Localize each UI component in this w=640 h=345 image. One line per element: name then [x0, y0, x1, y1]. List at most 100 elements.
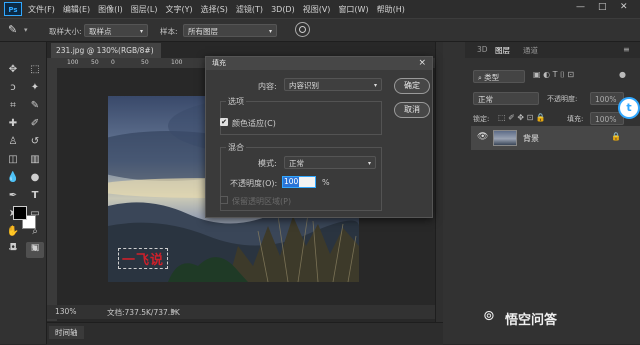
menu-help[interactable]: 帮助(H)	[377, 4, 405, 15]
dialog-title-bar[interactable]: 填充 ×	[206, 57, 432, 70]
eraser-tool-icon[interactable]: ◫	[4, 152, 22, 168]
filter-icons[interactable]: ▣ ◐ T ⌷ ⊡	[533, 70, 574, 80]
eyedropper-tool-icon[interactable]: ✎	[8, 23, 17, 36]
tab-layers[interactable]: 图层	[495, 45, 510, 56]
magic-wand-tool-icon[interactable]: ✦	[26, 80, 44, 96]
pen-tool-icon[interactable]: ✒	[4, 188, 22, 204]
menu-3d[interactable]: 3D(D)	[271, 5, 295, 14]
menu-image[interactable]: 图像(I)	[98, 4, 123, 15]
document-tab[interactable]: 231.jpg @ 130%(RGB/8#) ×	[51, 43, 161, 70]
move-tool-icon[interactable]: ✥	[4, 62, 22, 78]
ruler-mark: 100	[171, 59, 183, 66]
crop-tool-icon[interactable]: ⌗	[4, 98, 22, 114]
timeline-tab[interactable]: 时间轴	[49, 326, 84, 339]
fill-label: 填充:	[567, 115, 584, 123]
zoom-level[interactable]: 130%	[55, 307, 76, 316]
eye-visibility-icon[interactable]: 👁	[477, 132, 488, 142]
chevron-down-icon: ▾	[367, 160, 371, 167]
watermark-logo-icon: ⊚	[483, 308, 495, 324]
menu-edit[interactable]: 编辑(E)	[63, 4, 90, 15]
selection-marquee[interactable]: 一飞说	[118, 248, 169, 269]
maximize-button[interactable]: □	[598, 2, 607, 12]
opacity-input-value: 100	[283, 177, 300, 187]
eyedropper-icon[interactable]: ✎	[26, 98, 44, 114]
layer-kind-value: 类型	[484, 73, 500, 82]
document-tab-title: 231.jpg @ 130%(RGB/8#)	[56, 46, 154, 55]
opacity-label: 不透明度(O):	[230, 179, 278, 188]
blend-group-label: 混合	[226, 142, 246, 153]
content-value: 内容识别	[289, 81, 319, 90]
filter-toggle-icon[interactable]: ●	[619, 70, 626, 79]
minimize-button[interactable]: —	[576, 2, 585, 12]
brush-tool-icon[interactable]: ✐	[26, 116, 44, 132]
tab-3d[interactable]: 3D	[477, 45, 488, 54]
opacity-unit: %	[322, 178, 330, 187]
help-badge-icon: t	[618, 97, 640, 119]
preserve-transparency-checkbox[interactable]	[220, 196, 228, 204]
content-select[interactable]: 内容识别 ▾	[284, 78, 382, 91]
healing-brush-icon[interactable]: ✚	[4, 116, 22, 132]
preserve-transparency-label: 保留透明区域(P)	[232, 197, 292, 206]
color-adapt-checkbox[interactable]: ✔	[220, 118, 228, 126]
document-info: 文档:737.5K/737.5K	[107, 308, 180, 317]
ok-button[interactable]: 确定	[394, 78, 430, 94]
menu-window[interactable]: 窗口(W)	[338, 4, 368, 15]
menu-layer[interactable]: 图层(L)	[131, 4, 158, 15]
tab-channels[interactable]: 通道	[523, 45, 538, 56]
menu-view[interactable]: 视图(V)	[303, 4, 331, 15]
close-window-button[interactable]: ✕	[620, 2, 628, 12]
sampling-ring-icon[interactable]	[295, 22, 310, 37]
screen-mode-icon[interactable]: ▣	[26, 240, 44, 256]
status-menu-icon[interactable]: ▶	[171, 307, 176, 315]
ruler-mark: 50	[91, 59, 99, 66]
sample-size-label: 取样大小:	[49, 27, 82, 36]
mode-select[interactable]: 正常 ▾	[284, 156, 376, 169]
canvas-text: 一飞说	[122, 253, 165, 268]
mode-value: 正常	[289, 159, 304, 168]
menu-select[interactable]: 选择(S)	[201, 4, 228, 15]
ruler-mark: 50	[141, 59, 149, 66]
vertical-ruler	[47, 68, 57, 321]
type-tool-icon[interactable]: T	[26, 188, 44, 204]
dodge-tool-icon[interactable]: ●	[26, 170, 44, 186]
opacity-value: 100%	[595, 95, 617, 104]
layer-kind-filter[interactable]: ⌕ 类型	[473, 70, 525, 83]
sample-select[interactable]: 所有图层 ▾	[183, 24, 277, 37]
sample-label: 样本:	[160, 27, 178, 36]
menu-filter[interactable]: 滤镜(T)	[236, 4, 263, 15]
chevron-down-icon: ▾	[373, 82, 377, 89]
clone-stamp-icon[interactable]: ♙	[4, 134, 22, 150]
menu-bar: Ps 文件(F) 编辑(E) 图像(I) 图层(L) 文字(Y) 选择(S) 滤…	[0, 0, 640, 18]
blend-mode-select[interactable]: 正常	[473, 92, 539, 105]
opacity-input[interactable]: 100	[282, 176, 316, 188]
gradient-tool-icon[interactable]: ▥	[26, 152, 44, 168]
blend-mode-value: 正常	[478, 95, 493, 104]
foreground-color-swatch[interactable]	[13, 206, 27, 220]
layer-row[interactable]: 👁 背景 🔒	[471, 126, 640, 150]
history-brush-icon[interactable]: ↺	[26, 134, 44, 150]
cancel-button[interactable]: 取消	[394, 102, 430, 118]
menu-type[interactable]: 文字(Y)	[165, 4, 192, 15]
hand-tool-icon[interactable]: ✋	[4, 224, 22, 240]
timeline-panel: 时间轴	[47, 322, 443, 345]
panel-menu-icon[interactable]: ≡	[623, 45, 630, 54]
ruler-mark: 0	[111, 59, 115, 66]
lock-icons[interactable]: ⬚ ✐ ✥ ⊡ 🔒	[498, 113, 546, 122]
sample-size-value: 取样点	[89, 27, 112, 36]
marquee-tool-icon[interactable]: ⬚	[26, 62, 44, 78]
ruler-mark: 100	[67, 59, 79, 66]
photoshop-logo: Ps	[4, 2, 22, 16]
dialog-title: 填充	[212, 59, 226, 67]
lock-icon: 🔒	[611, 132, 621, 141]
quick-mask-icon[interactable]: ◘	[4, 240, 22, 256]
blur-tool-icon[interactable]: 💧	[4, 170, 22, 186]
chevron-down-icon: ▾	[268, 28, 272, 35]
layer-name: 背景	[523, 134, 539, 143]
dialog-close-icon[interactable]: ×	[418, 57, 426, 70]
sample-size-select[interactable]: 取样点 ▾	[84, 24, 148, 37]
tool-preset-chevron-icon[interactable]: ▾	[24, 26, 28, 34]
layers-panel: 3D 图层 通道 ≡ ⌕ 类型 ▣ ◐ T ⌷ ⊡ ● 正常 不透明度: 100…	[443, 42, 640, 344]
menu-file[interactable]: 文件(F)	[28, 4, 55, 15]
mode-label: 模式:	[258, 159, 277, 168]
lasso-tool-icon[interactable]: ↄ	[4, 80, 22, 96]
